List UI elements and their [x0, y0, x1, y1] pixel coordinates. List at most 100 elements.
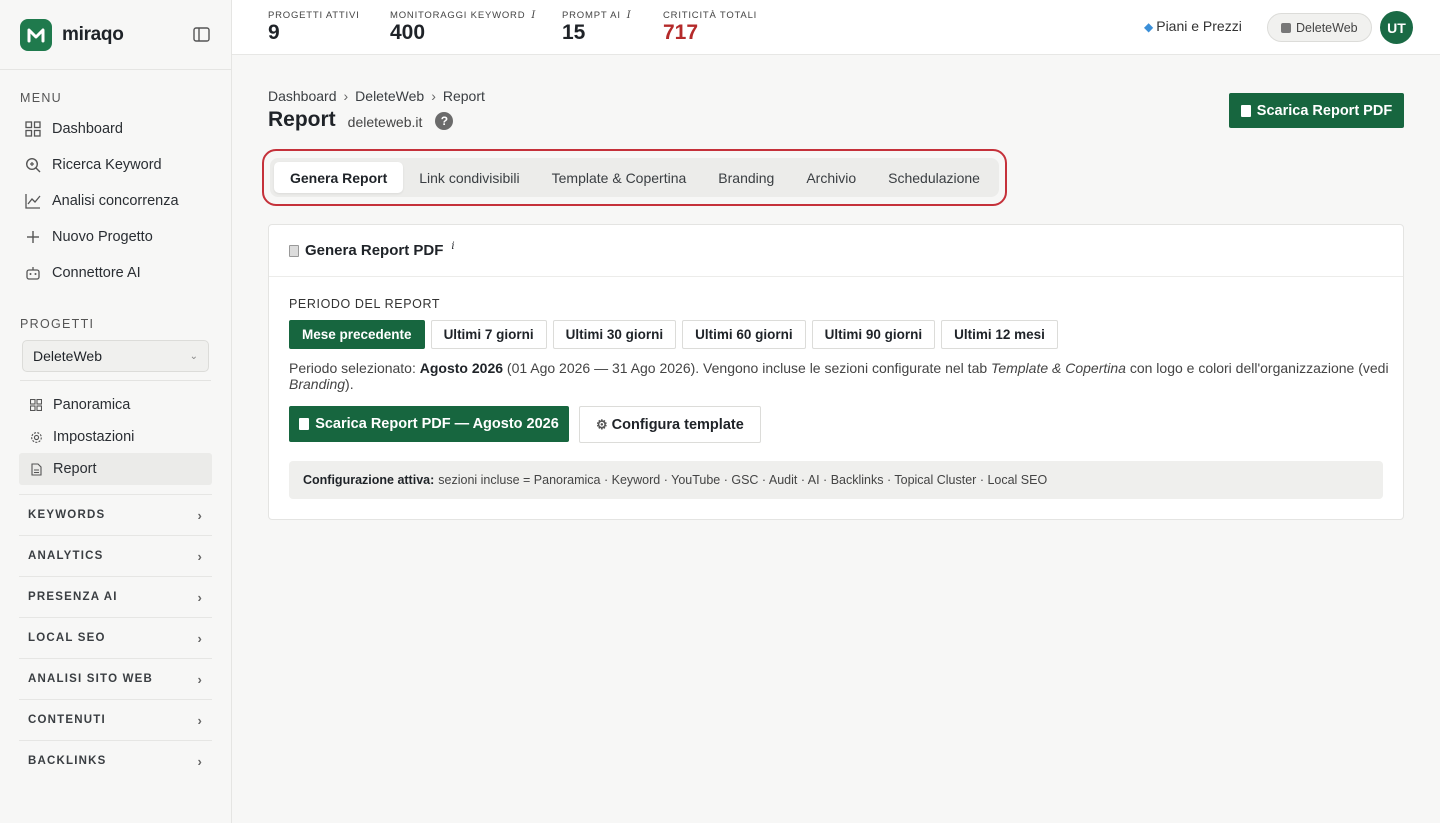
sidebar-item-label: Connettore AI: [52, 265, 141, 281]
grid-small-icon: [29, 398, 43, 412]
sidebar-item-label: Dashboard: [52, 121, 123, 137]
sidebar-group-local-seo[interactable]: LOCAL SEO ›: [19, 617, 212, 658]
avatar[interactable]: UT: [1380, 11, 1413, 44]
stat-label: MONITORAGGI KEYWORD: [390, 10, 526, 21]
workspace-label: DeleteWeb: [1296, 20, 1358, 35]
period-ultimi-12-mesi[interactable]: Ultimi 12 mesi: [941, 320, 1058, 349]
stat-value: 15: [562, 21, 586, 44]
gear-icon: [29, 430, 43, 444]
sidebar-group-label: LOCAL SEO: [28, 632, 106, 644]
report-tabs: Genera Report Link condivisibili Templat…: [270, 158, 999, 197]
download-report-label: Scarica Report PDF: [1256, 102, 1393, 119]
tab-branding[interactable]: Branding: [702, 162, 790, 193]
sidebar-group-presenza-ai[interactable]: PRESENZA AI ›: [19, 576, 212, 617]
period-ultimi-60-giorni[interactable]: Ultimi 60 giorni: [682, 320, 806, 349]
configure-template-label: Configura template: [611, 416, 744, 433]
chevron-right-icon: ›: [197, 671, 203, 687]
sidebar-group-label: KEYWORDS: [28, 509, 106, 521]
stat-criticita-totali: CRITICITÀ TOTALI 717: [663, 10, 757, 45]
chevron-right-icon: ›: [197, 630, 203, 646]
tab-template-copertina[interactable]: Template & Copertina: [536, 162, 703, 193]
stat-label: PROGETTI ATTIVI: [268, 10, 360, 21]
configure-template-button[interactable]: ⚙ Configura template: [579, 406, 761, 443]
document-icon: [29, 462, 43, 476]
document-icon: [299, 418, 310, 430]
sidebar-toggle-icon[interactable]: [191, 25, 211, 45]
sidebar-item-connettore-ai[interactable]: Connettore AI: [0, 255, 231, 291]
breadcrumb: Dashboard › DeleteWeb › Report: [268, 88, 485, 104]
sidebar-group-contenuti[interactable]: CONTENUTI ›: [19, 699, 212, 740]
sidebar-item-panoramica[interactable]: Panoramica: [19, 389, 212, 421]
chevron-right-icon: ›: [197, 712, 203, 728]
sidebar-group-backlinks[interactable]: BACKLINKS ›: [19, 740, 212, 781]
sidebar-item-label: Ricerca Keyword: [52, 157, 162, 173]
line-chart-icon: [24, 192, 42, 210]
sidebar-item-ricerca-keyword[interactable]: Ricerca Keyword: [0, 147, 231, 183]
tab-schedulazione[interactable]: Schedulazione: [872, 162, 996, 193]
sidebar-group-label: PRESENZA AI: [28, 591, 118, 603]
miraqo-logo-icon[interactable]: [20, 18, 52, 51]
stat-value: 9: [268, 21, 280, 44]
period-ultimi-30-giorni[interactable]: Ultimi 30 giorni: [552, 320, 677, 349]
breadcrumb-current: Report: [442, 88, 485, 104]
sidebar-group-label: CONTENUTI: [28, 714, 106, 726]
info-icon[interactable]: i: [451, 241, 454, 252]
breadcrumb-dashboard[interactable]: Dashboard: [268, 88, 337, 104]
card-header: Genera Report PDF i: [269, 225, 1403, 277]
sidebar-group-label: ANALISI SITO WEB: [28, 673, 154, 685]
download-report-button[interactable]: Scarica Report PDF: [1229, 93, 1404, 128]
chevron-right-icon: ›: [197, 589, 203, 605]
projects-section-label: PROGETTI: [20, 317, 95, 331]
sidebar-item-impostazioni[interactable]: Impostazioni: [19, 421, 212, 453]
breadcrumb-separator: ›: [431, 88, 436, 104]
sidebar-item-analisi-concorrenza[interactable]: Analisi concorrenza: [0, 183, 231, 219]
chevron-right-icon: ›: [197, 548, 203, 564]
sidebar-item-dashboard[interactable]: Dashboard: [0, 111, 231, 147]
sidebar-item-label: Nuovo Progetto: [52, 229, 153, 245]
page-title: Report: [268, 108, 336, 131]
diamond-icon: ◆: [1144, 20, 1154, 34]
stat-value: 400: [390, 21, 426, 44]
sidebar-item-nuovo-progetto[interactable]: Nuovo Progetto: [0, 219, 231, 255]
sidebar: miraqo MENU Dashboard Ricerca Keyword An…: [0, 0, 232, 823]
tab-archivio[interactable]: Archivio: [790, 162, 872, 193]
period-desc-text-2: con logo e colori dell'organizzazione (v…: [1125, 360, 1389, 376]
card-actions: Scarica Report PDF — Agosto 2026 ⚙ Config…: [289, 406, 761, 443]
robot-icon: [24, 264, 42, 282]
sidebar-item-label: Impostazioni: [53, 429, 135, 445]
sidebar-item-label: Analisi concorrenza: [52, 193, 179, 209]
period-desc-prefix: Periodo selezionato:: [289, 360, 420, 376]
template-tab-reference: Template & Copertina: [991, 360, 1126, 376]
tab-genera-report[interactable]: Genera Report: [274, 162, 404, 193]
plans-link[interactable]: ◆ Piani e Prezzi: [1144, 18, 1242, 34]
project-select[interactable]: DeleteWeb ⌄: [22, 340, 209, 372]
chevron-right-icon: ›: [197, 753, 203, 769]
sidebar-item-report[interactable]: Report: [19, 453, 212, 485]
stat-label: PROMPT AI: [562, 10, 621, 21]
selected-period: Agosto 2026: [419, 360, 504, 376]
info-icon[interactable]: i: [531, 10, 536, 21]
brand-header: miraqo: [0, 0, 231, 70]
sidebar-group-analytics[interactable]: ANALYTICS ›: [19, 535, 212, 576]
help-icon[interactable]: ?: [435, 112, 454, 130]
workspace-switcher[interactable]: DeleteWeb: [1267, 13, 1372, 42]
sidebar-group-analisi-sito-web[interactable]: ANALISI SITO WEB ›: [19, 658, 212, 699]
generate-report-card: Genera Report PDF i PERIODO DEL REPORT M…: [268, 224, 1404, 520]
stat-value: 717: [663, 21, 699, 44]
stat-progetti-attivi: PROGETTI ATTIVI 9: [268, 10, 360, 45]
period-desc-text: (01 Ago 2026 — 31 Ago 2026). Vengono inc…: [503, 360, 992, 376]
download-period-label: Scarica Report PDF — Agosto 2026: [315, 416, 559, 432]
tab-link-condivisibili[interactable]: Link condivisibili: [403, 162, 535, 193]
plans-label: Piani e Prezzi: [1156, 18, 1242, 34]
sidebar-group-label: ANALYTICS: [28, 550, 104, 562]
sidebar-group-keywords[interactable]: KEYWORDS ›: [19, 494, 212, 535]
info-icon[interactable]: i: [627, 10, 632, 21]
breadcrumb-project[interactable]: DeleteWeb: [355, 88, 424, 104]
active-config-sections: sezioni incluse = Panoramica · Keyword ·…: [438, 473, 1048, 487]
plus-icon: [24, 228, 42, 246]
chevron-down-icon: ⌄: [189, 350, 198, 362]
period-mese-precedente[interactable]: Mese precedente: [289, 320, 425, 349]
period-ultimi-7-giorni[interactable]: Ultimi 7 giorni: [430, 320, 547, 349]
period-ultimi-90-giorni[interactable]: Ultimi 90 giorni: [811, 320, 936, 349]
download-period-report-button[interactable]: Scarica Report PDF — Agosto 2026: [289, 406, 569, 442]
